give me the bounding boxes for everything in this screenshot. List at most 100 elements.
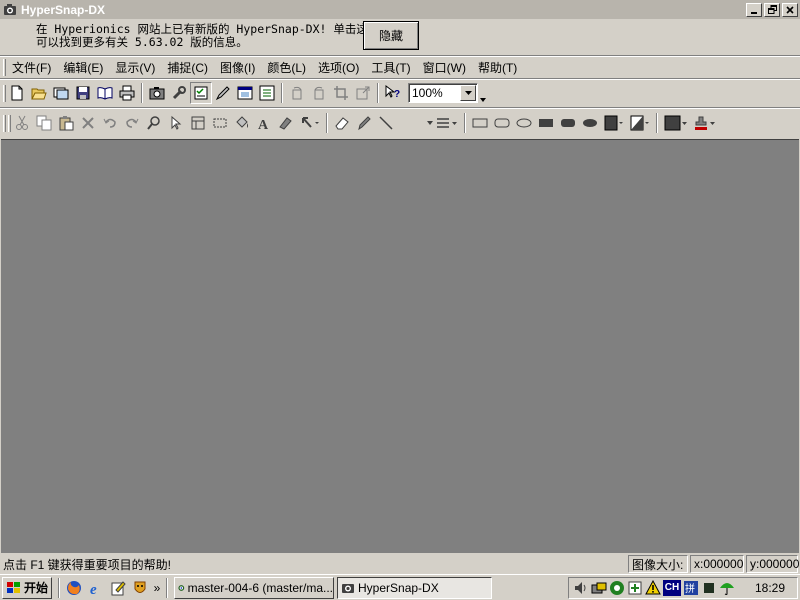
quicklaunch-firefox[interactable] — [63, 577, 85, 599]
filled-rectangle-tool-button[interactable] — [535, 112, 557, 134]
menu-view[interactable]: 显示(V) — [109, 58, 161, 77]
new-document-icon — [11, 85, 23, 101]
menu-file[interactable]: 文件(F) — [6, 58, 57, 77]
frame-button[interactable] — [187, 112, 209, 134]
update-notification-message[interactable]: 在 Hyperionics 网站上已有新版的 HyperSnap-DX! 单击这… — [36, 23, 379, 49]
copy-button[interactable] — [33, 112, 55, 134]
arrow-tool-button[interactable] — [297, 112, 323, 134]
network-icon[interactable] — [591, 580, 607, 596]
image-workspace[interactable] — [1, 139, 799, 553]
edit-tool-button[interactable] — [212, 82, 234, 104]
zoom-tool-button[interactable] — [143, 112, 165, 134]
ime-indicator[interactable]: CH — [662, 579, 681, 596]
volume-icon[interactable] — [573, 580, 589, 596]
fill-color-button[interactable] — [601, 112, 627, 134]
minimize-button[interactable] — [746, 2, 762, 17]
rotate-right-button[interactable] — [308, 82, 330, 104]
toolbar-overflow-button[interactable] — [478, 84, 488, 102]
resize-button[interactable] — [352, 82, 374, 104]
menu-options[interactable]: 选项(O) — [312, 58, 365, 77]
context-help-button[interactable]: ? — [382, 82, 404, 104]
notification-line-1[interactable]: 在 Hyperionics 网站上已有新版的 HyperSnap-DX! 单击这… — [36, 22, 379, 36]
start-button[interactable]: 开始 — [2, 576, 52, 599]
color-picker-button[interactable] — [661, 112, 691, 134]
toolbar-separator — [377, 83, 379, 103]
crop-button[interactable] — [330, 82, 352, 104]
text-tool-button[interactable]: A — [253, 112, 275, 134]
eraser-icon — [335, 117, 349, 130]
notification-line-2[interactable]: 可以找到更多有关 5.63.02 版的信息。 — [36, 35, 248, 49]
menu-tools[interactable]: 工具(T) — [365, 58, 416, 77]
cut-button[interactable] — [11, 112, 33, 134]
rotate-left-button[interactable] — [286, 82, 308, 104]
quicklaunch-app[interactable] — [129, 577, 151, 599]
stamp-color-button[interactable] — [691, 112, 719, 134]
new-button[interactable] — [6, 82, 28, 104]
open-button[interactable] — [28, 82, 50, 104]
highlighter-icon — [279, 117, 292, 130]
line-tool-button[interactable] — [375, 112, 397, 134]
open-folder-icon — [31, 88, 47, 100]
line-icon — [379, 116, 393, 130]
tray-app-icon[interactable] — [627, 580, 643, 596]
menu-capture[interactable]: 捕捉(C) — [161, 58, 214, 77]
zoom-dropdown-button[interactable] — [460, 85, 476, 101]
print-button[interactable] — [116, 82, 138, 104]
quicklaunch-chevron[interactable]: » — [151, 581, 163, 595]
capture-window-button[interactable] — [234, 82, 256, 104]
delete-button[interactable] — [77, 112, 99, 134]
help-pointer-icon: ? — [385, 85, 400, 100]
save-button[interactable] — [72, 82, 94, 104]
menu-window[interactable]: 窗口(W) — [417, 58, 472, 77]
auto-scroll-capture-button[interactable] — [256, 82, 278, 104]
input-method-icon[interactable]: 拼 — [683, 580, 699, 596]
close-button[interactable] — [782, 2, 798, 17]
toolbar-separator — [141, 83, 143, 103]
taskbar-separator — [58, 577, 60, 598]
properties-button[interactable] — [168, 82, 190, 104]
eraser-button[interactable] — [331, 112, 353, 134]
taskbar-item-hypersnap[interactable]: HyperSnap-DX — [337, 576, 492, 599]
redo-button[interactable] — [121, 112, 143, 134]
connection-icon[interactable] — [609, 580, 625, 596]
quicklaunch-notepad[interactable] — [107, 577, 129, 599]
filled-rounded-rectangle-tool-button[interactable] — [557, 112, 579, 134]
fill-tool-button[interactable] — [231, 112, 253, 134]
tray-black-square-icon[interactable] — [701, 580, 717, 596]
menu-help[interactable]: 帮助(T) — [472, 58, 523, 77]
menu-image[interactable]: 图像(I) — [214, 58, 261, 77]
status-hint: 点击 F1 键获得重要项目的帮助! — [3, 557, 172, 572]
restore-button[interactable] — [764, 2, 780, 17]
capture-region-button[interactable] — [146, 82, 168, 104]
rounded-rectangle-tool-button[interactable] — [491, 112, 513, 134]
undo-icon — [103, 118, 116, 128]
taskbar-item-master[interactable]: master-004-6 (master/ma... — [174, 576, 334, 599]
menu-edit[interactable]: 编辑(E) — [57, 58, 109, 77]
line-style-dropdown[interactable] — [397, 112, 433, 134]
browse-button[interactable] — [50, 82, 72, 104]
paste-button[interactable] — [55, 112, 77, 134]
close-icon — [786, 5, 794, 14]
quicklaunch-ie[interactable]: e — [85, 577, 107, 599]
rect-select-button[interactable] — [209, 112, 231, 134]
zoom-combobox[interactable]: 100% — [408, 83, 478, 103]
rectangle-tool-button[interactable] — [469, 112, 491, 134]
capture-settings-button[interactable] — [190, 82, 212, 104]
system-tray: CH 拼 18:29 — [567, 576, 798, 599]
ellipse-tool-button[interactable] — [513, 112, 535, 134]
warning-icon[interactable] — [645, 579, 661, 596]
view-button[interactable] — [94, 82, 116, 104]
line-width-button[interactable] — [433, 112, 461, 134]
menu-colors[interactable]: 颜色(L) — [261, 58, 312, 77]
umbrella-icon[interactable] — [719, 580, 735, 596]
hide-notification-button[interactable]: 隐藏 — [363, 21, 419, 50]
pencil-button[interactable] — [353, 112, 375, 134]
taskbar-clock[interactable]: 18:29 — [755, 581, 785, 595]
select-tool-button[interactable] — [165, 112, 187, 134]
stamp-tool-button[interactable] — [275, 112, 297, 134]
toolbar-grip[interactable] — [3, 114, 6, 132]
undo-button[interactable] — [99, 112, 121, 134]
filled-ellipse-tool-button[interactable] — [579, 112, 601, 134]
hypersnap-app-icon[interactable] — [2, 2, 18, 18]
shadow-button[interactable] — [627, 112, 653, 134]
